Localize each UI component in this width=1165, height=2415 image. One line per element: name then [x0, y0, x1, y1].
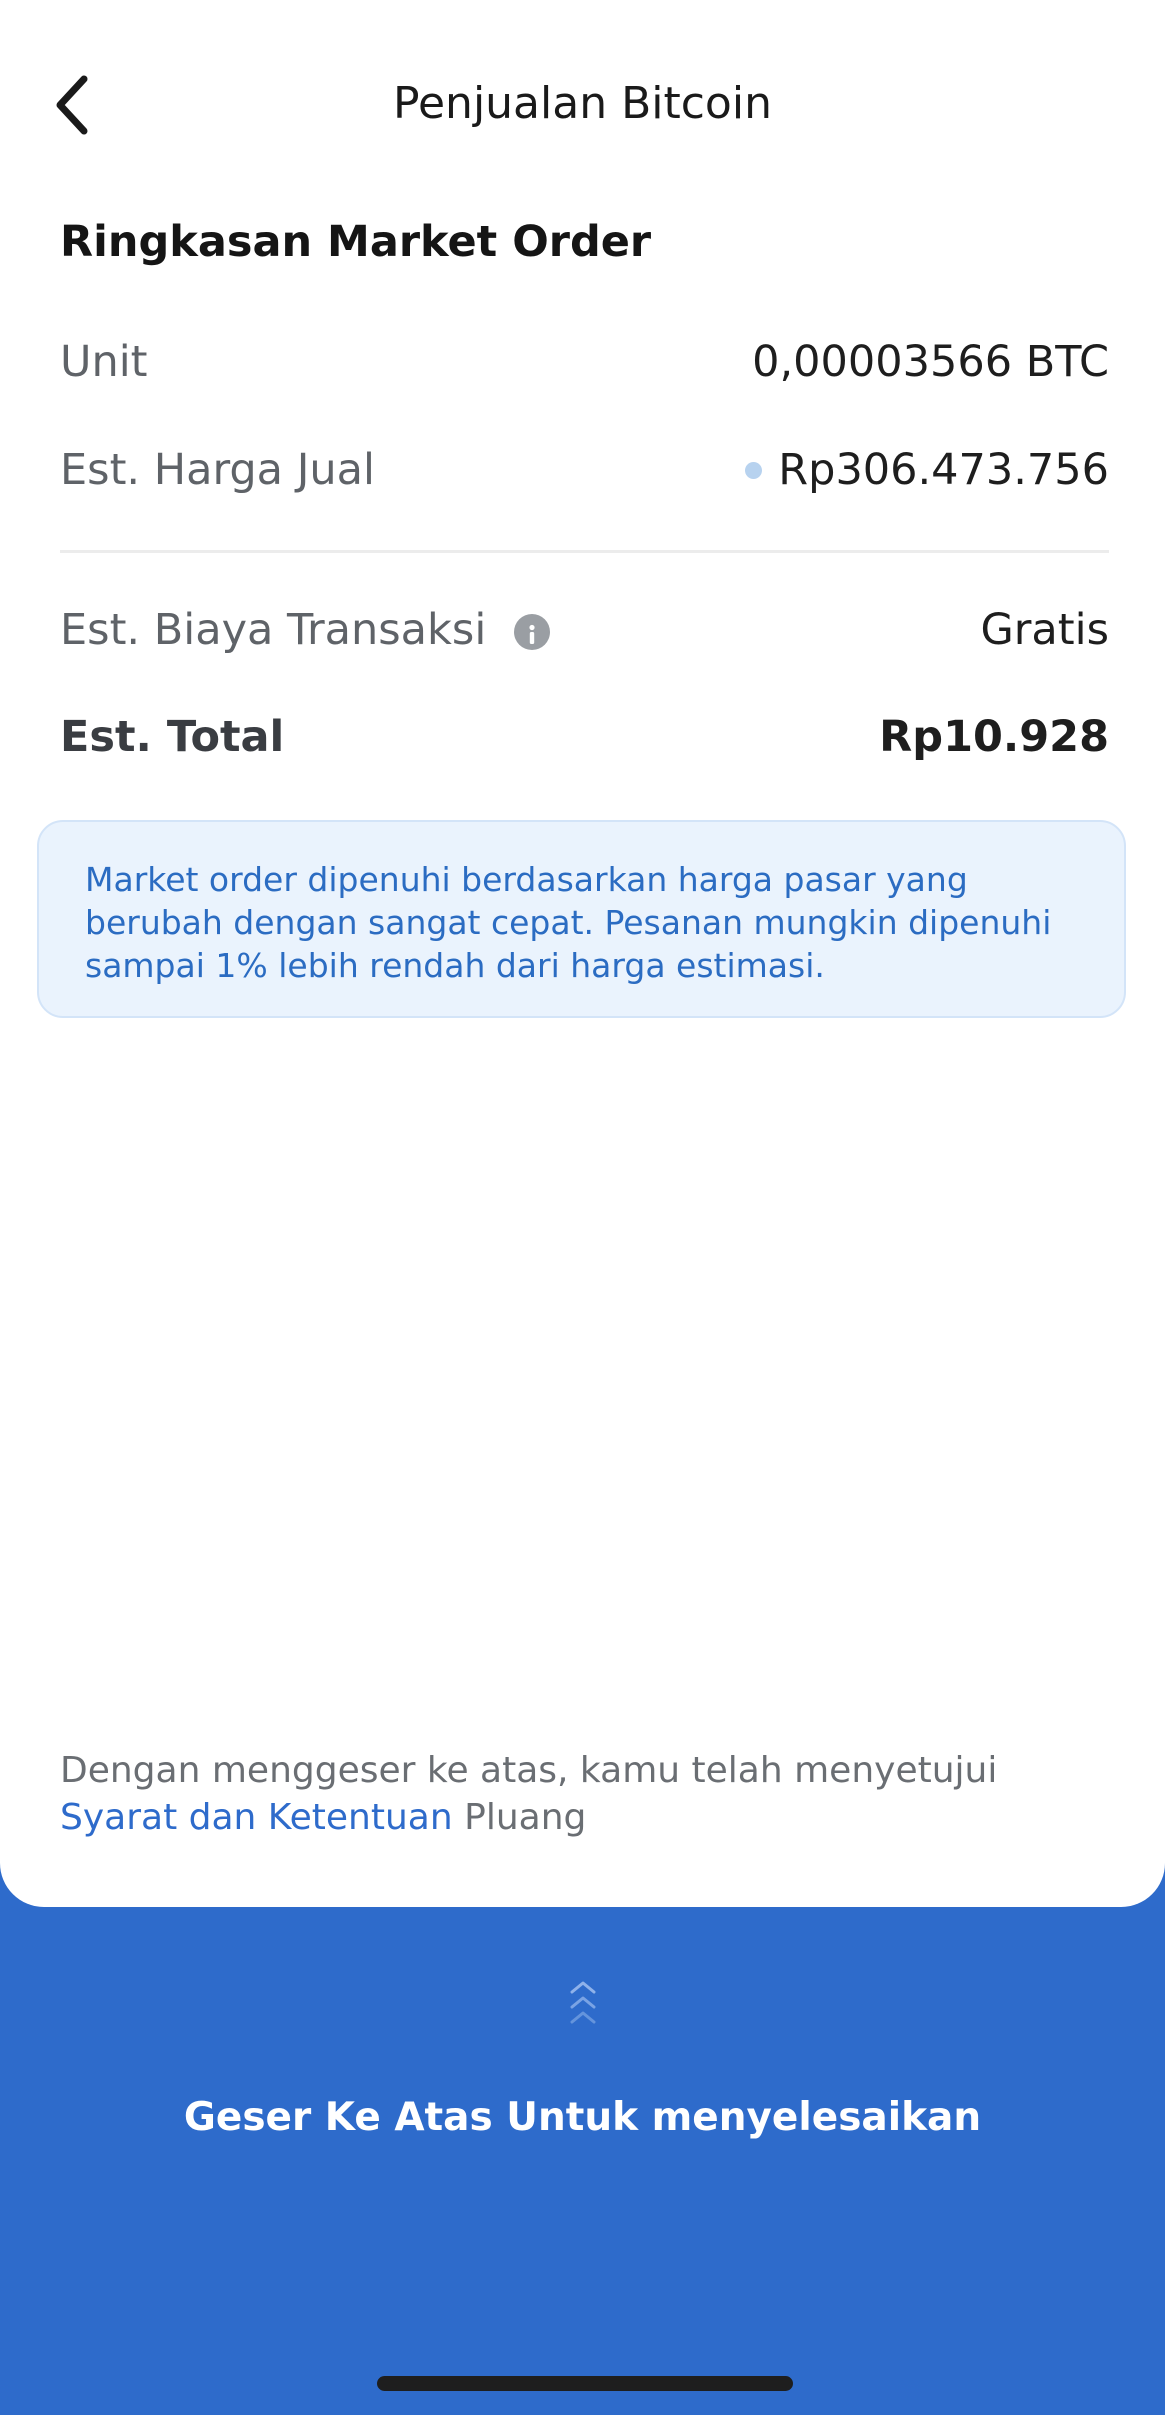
fee-label-group: Est. Biaya Transaksi — [60, 605, 551, 655]
price-value: Rp306.473.756 — [778, 445, 1109, 495]
fee-value: Gratis — [980, 605, 1109, 655]
fee-label: Est. Biaya Transaksi — [60, 605, 487, 655]
notice-text: Market order dipenuhi berdasarkan harga … — [85, 860, 1052, 985]
terms-link[interactable]: Syarat dan Ketentuan — [60, 1797, 453, 1838]
consent-suffix: Pluang — [452, 1797, 587, 1838]
page-title: Penjualan Bitcoin — [393, 78, 772, 129]
consent-prefix: Dengan menggeser ke atas, kamu telah men… — [60, 1750, 998, 1791]
price-label: Est. Harga Jual — [60, 445, 375, 495]
divider — [60, 550, 1109, 553]
chevrons-up-icon — [563, 1975, 603, 2035]
section-title: Ringkasan Market Order — [60, 217, 652, 267]
price-row: Est. Harga Jual Rp306.473.756 — [60, 438, 1109, 502]
live-price-dot-icon — [745, 461, 763, 479]
info-icon[interactable] — [514, 614, 551, 650]
unit-value: 0,00003566 BTC — [752, 337, 1109, 387]
total-label: Est. Total — [60, 712, 285, 762]
fee-row: Est. Biaya Transaksi Gratis — [60, 598, 1109, 662]
order-summary-sheet: Penjualan Bitcoin Ringkasan Market Order… — [0, 0, 1165, 1907]
market-order-notice: Market order dipenuhi berdasarkan harga … — [37, 820, 1126, 1018]
swipe-up-label: Geser Ke Atas Untuk menyelesaikan — [183, 2095, 982, 2140]
terms-consent: Dengan menggeser ke atas, kamu telah men… — [60, 1747, 1120, 1841]
unit-row: Unit 0,00003566 BTC — [60, 330, 1109, 394]
price-value-group: Rp306.473.756 — [745, 445, 1109, 495]
total-row: Est. Total Rp10.928 — [60, 705, 1109, 769]
unit-label: Unit — [60, 337, 148, 387]
home-indicator — [377, 2376, 793, 2391]
total-value: Rp10.928 — [879, 712, 1109, 762]
